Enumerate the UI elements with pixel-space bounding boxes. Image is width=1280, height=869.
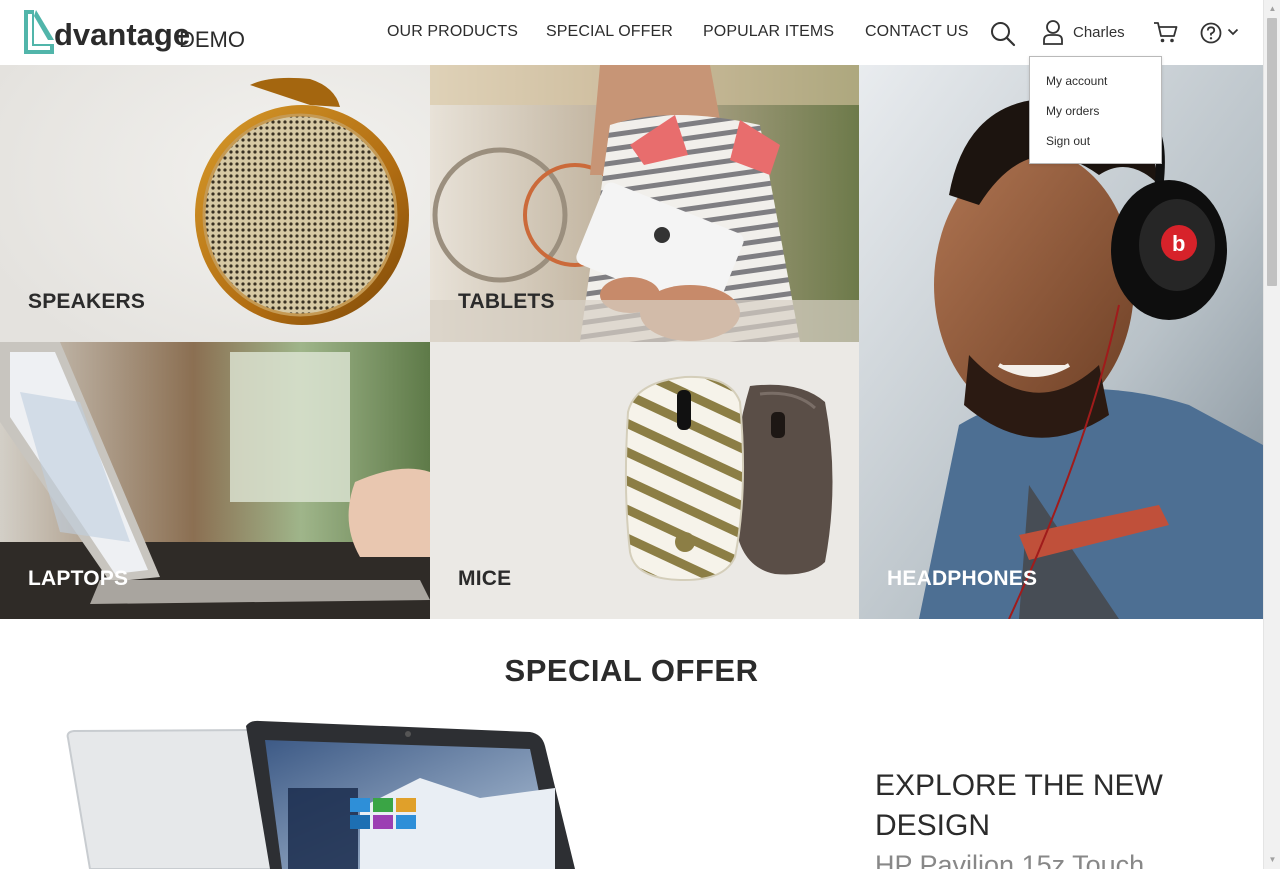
user-menu-dropdown: My account My orders Sign out <box>1029 56 1162 164</box>
category-tile-mice[interactable]: MICE <box>430 342 859 619</box>
explore-heading: EXPLORE THE NEW DESIGN <box>875 769 1163 842</box>
cart-icon[interactable] <box>1153 21 1178 44</box>
logo-wordmark: dvantage <box>54 17 191 52</box>
logo-mark-icon <box>24 10 54 54</box>
menu-item-my-orders[interactable]: My orders <box>1046 104 1099 118</box>
help-icon[interactable] <box>1200 22 1222 44</box>
svg-text:b: b <box>1172 231 1185 256</box>
category-label-laptops: LAPTOPS <box>28 567 129 590</box>
special-offer-heading: SPECIAL OFFER <box>504 653 759 688</box>
chevron-down-icon[interactable] <box>1227 28 1239 37</box>
menu-item-sign-out[interactable]: Sign out <box>1046 134 1090 148</box>
category-label-headphones: HEADPHONES <box>887 567 1038 590</box>
offer-product-name: HP Pavilion 15z Touch <box>875 850 1145 869</box>
nav-contact-us[interactable]: CONTACT US <box>865 23 969 41</box>
logo-demo-text: DEMO <box>179 27 245 52</box>
nav-our-products[interactable]: OUR PRODUCTS <box>387 23 518 41</box>
category-label-mice: MICE <box>458 567 512 590</box>
logo[interactable]: dvantage DEMO <box>22 9 252 55</box>
scroll-down-arrow-icon[interactable]: ▼ <box>1268 855 1277 864</box>
menu-item-my-account[interactable]: My account <box>1046 74 1107 88</box>
user-icon[interactable] <box>1042 19 1064 45</box>
nav-special-offer[interactable]: SPECIAL OFFER <box>546 23 673 41</box>
special-offer-laptop-image <box>66 720 575 869</box>
scroll-up-arrow-icon[interactable]: ▲ <box>1268 4 1277 13</box>
category-label-tablets: TABLETS <box>458 290 555 313</box>
category-tile-tablets[interactable]: TABLETS <box>430 65 859 342</box>
category-tile-laptops[interactable]: LAPTOPS <box>0 342 430 619</box>
search-icon[interactable] <box>990 21 1016 47</box>
page-scrollbar[interactable]: ▲ ▼ <box>1263 0 1280 869</box>
user-name[interactable]: Charles <box>1073 24 1125 41</box>
scrollbar-thumb[interactable] <box>1267 18 1277 286</box>
category-tile-speakers[interactable]: SPEAKERS <box>0 65 430 342</box>
nav-popular-items[interactable]: POPULAR ITEMS <box>703 23 834 41</box>
category-label-speakers: SPEAKERS <box>28 290 146 313</box>
